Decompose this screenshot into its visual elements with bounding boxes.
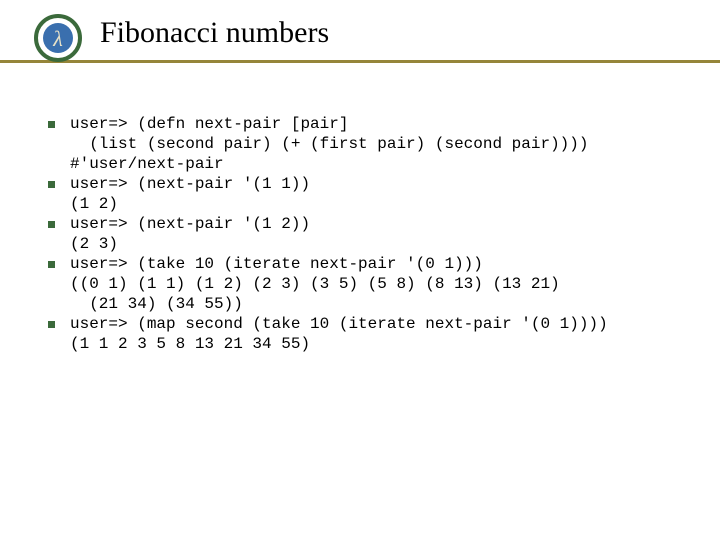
code-block: user=> (take 10 (iterate next-pair '(0 1… bbox=[70, 254, 690, 314]
bullet-list: user=> (defn next-pair [pair] (list (sec… bbox=[40, 114, 690, 354]
header-divider bbox=[0, 60, 720, 63]
page-title: Fibonacci numbers bbox=[100, 10, 720, 49]
list-item: user=> (next-pair '(1 2)) (2 3) bbox=[40, 214, 690, 254]
svg-text:λ: λ bbox=[52, 26, 63, 51]
code-block: user=> (next-pair '(1 1)) (1 2) bbox=[70, 174, 690, 214]
slide-content: user=> (defn next-pair [pair] (list (sec… bbox=[0, 80, 720, 354]
list-item: user=> (defn next-pair [pair] (list (sec… bbox=[40, 114, 690, 174]
list-item: user=> (map second (take 10 (iterate nex… bbox=[40, 314, 690, 354]
slide-header: λ Fibonacci numbers bbox=[0, 0, 720, 80]
list-item: user=> (take 10 (iterate next-pair '(0 1… bbox=[40, 254, 690, 314]
lambda-logo: λ bbox=[34, 14, 82, 62]
code-block: user=> (next-pair '(1 2)) (2 3) bbox=[70, 214, 690, 254]
list-item: user=> (next-pair '(1 1)) (1 2) bbox=[40, 174, 690, 214]
slide: λ Fibonacci numbers user=> (defn next-pa… bbox=[0, 0, 720, 540]
code-block: user=> (defn next-pair [pair] (list (sec… bbox=[70, 114, 690, 174]
code-block: user=> (map second (take 10 (iterate nex… bbox=[70, 314, 690, 354]
